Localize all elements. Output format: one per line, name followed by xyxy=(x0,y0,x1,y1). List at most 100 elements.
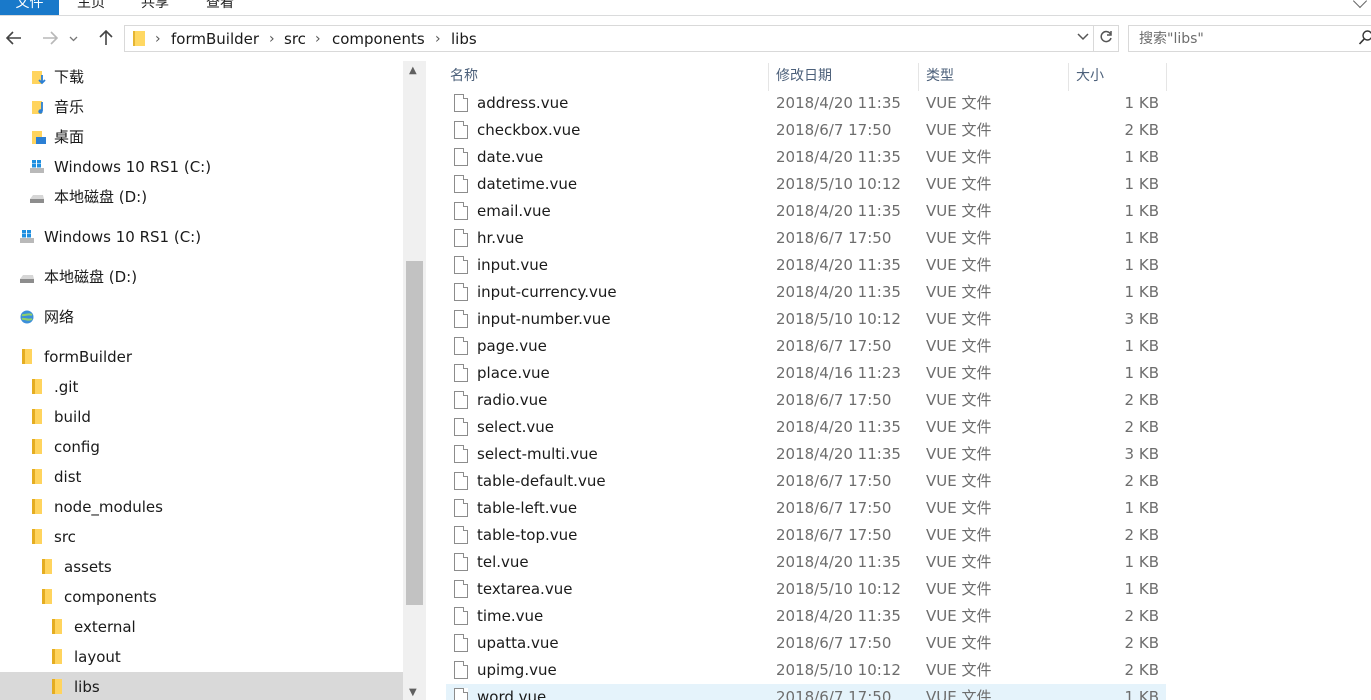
sidebar-item-drive-c[interactable]: Windows 10 RS1 (C:) xyxy=(0,222,403,252)
chevron-right-icon[interactable]: › xyxy=(315,30,321,48)
sidebar-item-drive-d[interactable]: 本地磁盘 (D:) xyxy=(0,262,403,292)
sidebar-item-build[interactable]: build xyxy=(0,402,403,432)
sidebar-item-formbuilder[interactable]: formBuilder xyxy=(0,342,403,372)
file-row[interactable]: upimg.vue 2018/5/10 10:12 VUE 文件 2 KB xyxy=(446,657,1166,684)
file-name: select-multi.vue xyxy=(477,445,598,463)
forward-button[interactable] xyxy=(38,30,62,50)
sidebar-item-src[interactable]: src xyxy=(0,522,403,552)
file-row[interactable]: select-multi.vue 2018/4/20 11:35 VUE 文件 3 K… xyxy=(446,441,1166,468)
sidebar-item-components[interactable]: components xyxy=(0,582,403,612)
file-row[interactable]: hr.vue 2018/6/7 17:50 VUE 文件 1 KB xyxy=(446,225,1166,252)
file-date: 2018/5/10 10:12 xyxy=(776,175,901,193)
file-type: VUE 文件 xyxy=(926,391,992,409)
sidebar-item-node-modules[interactable]: node_modules xyxy=(0,492,403,522)
file-row[interactable]: word.vue 2018/6/7 17:50 VUE 文件 1 KB xyxy=(446,684,1166,700)
file-icon xyxy=(454,256,468,274)
folder-icon xyxy=(22,349,32,364)
sidebar-scrollbar[interactable]: ▲ ▼ xyxy=(403,61,426,700)
file-row[interactable]: date.vue 2018/4/20 11:35 VUE 文件 1 KB xyxy=(446,144,1166,171)
tab-home[interactable]: 主页 xyxy=(77,0,105,15)
column-divider[interactable] xyxy=(918,63,919,91)
sidebar-item-desktop[interactable]: 桌面 xyxy=(0,122,403,152)
sidebar-item-downloads[interactable]: 下载 xyxy=(0,62,403,92)
file-row[interactable]: input-currency.vue 2018/4/20 11:35 VUE 文件 1… xyxy=(446,279,1166,306)
file-type: VUE 文件 xyxy=(926,526,992,544)
tab-view[interactable]: 查看 xyxy=(206,0,234,15)
file-row[interactable]: tel.vue 2018/4/20 11:35 VUE 文件 1 KB xyxy=(446,549,1166,576)
desktop-icon xyxy=(32,131,46,144)
column-divider[interactable] xyxy=(768,63,769,91)
ribbon-expand-icon[interactable] xyxy=(1352,0,1368,9)
address-bar[interactable]: › formBuilder › src › components › libs xyxy=(124,25,1094,52)
file-row[interactable]: page.vue 2018/6/7 17:50 VUE 文件 1 KB xyxy=(446,333,1166,360)
file-row[interactable]: table-default.vue 2018/6/7 17:50 VUE 文件 2 K… xyxy=(446,468,1166,495)
file-row[interactable]: time.vue 2018/4/20 11:35 VUE 文件 2 KB xyxy=(446,603,1166,630)
sidebar-item-layout[interactable]: layout xyxy=(0,642,403,672)
file-row[interactable]: datetime.vue 2018/5/10 10:12 VUE 文件 1 KB xyxy=(446,171,1166,198)
file-row[interactable]: input.vue 2018/4/20 11:35 VUE 文件 1 KB xyxy=(446,252,1166,279)
file-icon xyxy=(454,202,468,220)
file-size: 1 KB xyxy=(1124,553,1159,571)
file-row[interactable]: email.vue 2018/4/20 11:35 VUE 文件 1 KB xyxy=(446,198,1166,225)
breadcrumb-formbuilder[interactable]: formBuilder xyxy=(171,30,259,48)
chevron-right-icon[interactable]: › xyxy=(269,30,275,48)
file-row[interactable]: input-number.vue 2018/5/10 10:12 VUE 文件 3 K… xyxy=(446,306,1166,333)
back-button[interactable] xyxy=(2,30,26,50)
scroll-down-icon[interactable]: ▼ xyxy=(409,687,417,698)
folder-icon xyxy=(32,469,42,484)
column-header-type[interactable]: 类型 xyxy=(922,61,1068,91)
file-row[interactable]: table-left.vue 2018/6/7 17:50 VUE 文件 1 KB xyxy=(446,495,1166,522)
sidebar-item-libs[interactable]: libs xyxy=(0,672,403,700)
sidebar-item-network[interactable]: 网络 xyxy=(0,302,403,332)
file-row[interactable]: upatta.vue 2018/6/7 17:50 VUE 文件 2 KB xyxy=(446,630,1166,657)
tab-file[interactable]: 文件 xyxy=(0,0,59,15)
sidebar-item-assets[interactable]: assets xyxy=(0,552,403,582)
file-row[interactable]: table-top.vue 2018/6/7 17:50 VUE 文件 2 KB xyxy=(446,522,1166,549)
chevron-right-icon[interactable]: › xyxy=(435,30,441,48)
file-row[interactable]: radio.vue 2018/6/7 17:50 VUE 文件 2 KB xyxy=(446,387,1166,414)
sidebar-item-config[interactable]: config xyxy=(0,432,403,462)
breadcrumb-libs[interactable]: libs xyxy=(451,30,477,48)
sidebar-item-dist[interactable]: dist xyxy=(0,462,403,492)
file-name: page.vue xyxy=(477,337,547,355)
search-box[interactable] xyxy=(1128,25,1371,52)
sidebar-item-drive-c[interactable]: Windows 10 RS1 (C:) xyxy=(0,152,403,182)
file-size: 1 KB xyxy=(1124,256,1159,274)
tab-share[interactable]: 共享 xyxy=(141,0,169,15)
refresh-button[interactable] xyxy=(1094,25,1119,52)
sidebar-item-drive-d[interactable]: 本地磁盘 (D:) xyxy=(0,182,403,212)
file-date: 2018/4/20 11:35 xyxy=(776,553,901,571)
file-row[interactable]: place.vue 2018/4/16 11:23 VUE 文件 1 KB xyxy=(446,360,1166,387)
up-button[interactable] xyxy=(94,29,118,50)
sidebar-item-music[interactable]: 音乐 xyxy=(0,92,403,122)
column-divider[interactable] xyxy=(1166,63,1167,91)
recent-locations-button[interactable] xyxy=(66,30,80,50)
file-row[interactable]: textarea.vue 2018/5/10 10:12 VUE 文件 1 KB xyxy=(446,576,1166,603)
sidebar-item-external[interactable]: external xyxy=(0,612,403,642)
file-row[interactable]: checkbox.vue 2018/6/7 17:50 VUE 文件 2 KB xyxy=(446,117,1166,144)
file-name: time.vue xyxy=(477,607,544,625)
breadcrumb-src[interactable]: src xyxy=(284,30,306,48)
address-history-dropdown[interactable] xyxy=(1077,30,1089,44)
folder-icon xyxy=(52,619,62,634)
file-size: 1 KB xyxy=(1124,283,1159,301)
search-input[interactable] xyxy=(1129,26,1349,51)
folder-icon xyxy=(42,589,52,604)
column-header-size[interactable]: 大小 xyxy=(1072,61,1166,91)
file-icon xyxy=(454,580,468,598)
column-divider[interactable] xyxy=(1068,63,1069,91)
chevron-right-icon[interactable]: › xyxy=(155,30,161,48)
scrollbar-thumb[interactable] xyxy=(406,261,423,605)
breadcrumb-components[interactable]: components xyxy=(332,30,425,48)
file-row[interactable]: select.vue 2018/4/20 11:35 VUE 文件 2 KB xyxy=(446,414,1166,441)
file-type: VUE 文件 xyxy=(926,337,992,355)
sidebar-item-git[interactable]: .git xyxy=(0,372,403,402)
file-row[interactable]: address.vue 2018/4/20 11:35 VUE 文件 1 KB xyxy=(446,90,1166,117)
file-type: VUE 文件 xyxy=(926,418,992,436)
search-icon[interactable] xyxy=(1358,29,1371,47)
file-type: VUE 文件 xyxy=(926,634,992,652)
column-header-date[interactable]: 修改日期 xyxy=(772,61,918,91)
scroll-up-icon[interactable]: ▲ xyxy=(409,65,417,76)
file-type: VUE 文件 xyxy=(926,364,992,382)
column-header-name[interactable]: 名称 xyxy=(446,61,768,91)
